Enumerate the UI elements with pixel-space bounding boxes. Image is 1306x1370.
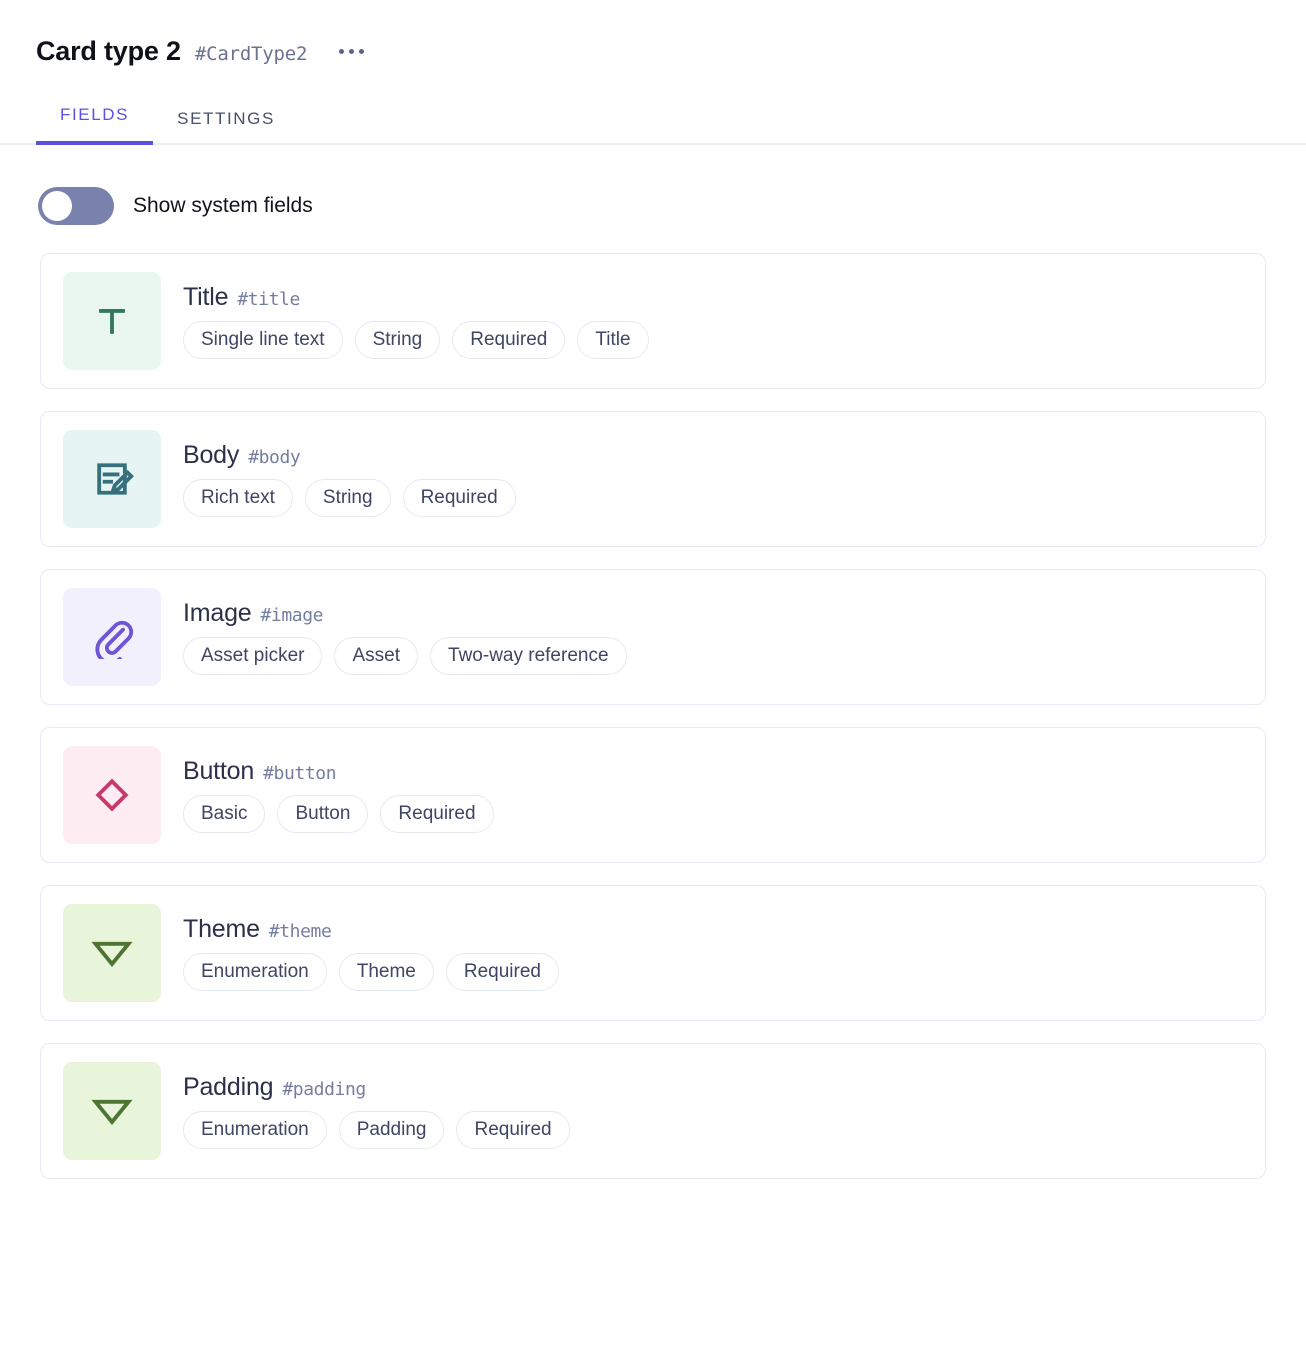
- field-name-row: Body #body: [183, 441, 516, 470]
- field-chip: String: [305, 479, 391, 518]
- field-chip: Required: [452, 321, 565, 360]
- field-name-row: Theme #theme: [183, 915, 559, 944]
- triangle-down-icon: [63, 1062, 161, 1160]
- diamond-icon: [63, 746, 161, 844]
- page-slug: #CardType2: [195, 43, 307, 65]
- field-chip: Title: [577, 321, 648, 360]
- field-slug: #button: [263, 763, 336, 784]
- field-chip: Single line text: [183, 321, 343, 360]
- tab-fields[interactable]: FIELDS: [36, 97, 153, 145]
- field-chip: Required: [446, 953, 559, 992]
- field-chip: Button: [277, 795, 368, 834]
- field-chip: String: [355, 321, 441, 360]
- field-list: Title #title Single line text String Require…: [0, 225, 1306, 1179]
- field-main: Button #button Basic Button Required: [183, 757, 494, 834]
- field-name: Body: [183, 441, 239, 470]
- field-slug: #body: [248, 447, 300, 468]
- field-name-row: Image #image: [183, 599, 627, 628]
- field-chip: Enumeration: [183, 1111, 327, 1150]
- field-slug: #padding: [282, 1079, 366, 1100]
- field-name: Button: [183, 757, 254, 786]
- field-slug: #theme: [269, 921, 332, 942]
- field-name: Padding: [183, 1073, 273, 1102]
- field-chip-list: Asset picker Asset Two-way reference: [183, 637, 627, 676]
- field-name: Title: [183, 283, 228, 312]
- field-card[interactable]: Padding #padding Enumeration Padding Require…: [40, 1043, 1266, 1179]
- tab-bar: FIELDS SETTINGS: [0, 95, 1306, 145]
- field-chip: Asset: [334, 637, 418, 676]
- show-system-fields-label: Show system fields: [133, 194, 313, 218]
- field-chip-list: Enumeration Theme Required: [183, 953, 559, 992]
- field-chip: Rich text: [183, 479, 293, 518]
- field-chip: Basic: [183, 795, 265, 834]
- kebab-dot: [339, 49, 344, 54]
- field-slug: #image: [260, 605, 323, 626]
- kebab-dot: [349, 49, 354, 54]
- field-slug: #title: [237, 289, 300, 310]
- field-chip: Padding: [339, 1111, 445, 1150]
- field-name: Image: [183, 599, 251, 628]
- field-name-row: Button #button: [183, 757, 494, 786]
- title-row: Card type 2 #CardType2: [36, 36, 1306, 67]
- kebab-menu-icon[interactable]: [337, 45, 366, 58]
- field-card[interactable]: Title #title Single line text String Require…: [40, 253, 1266, 389]
- kebab-dot: [359, 49, 364, 54]
- field-chip-list: Basic Button Required: [183, 795, 494, 834]
- field-main: Title #title Single line text String Require…: [183, 283, 649, 360]
- field-chip-list: Single line text String Required Title: [183, 321, 649, 360]
- page-header: Card type 2 #CardType2: [0, 0, 1306, 67]
- field-name-row: Title #title: [183, 283, 649, 312]
- show-system-fields-toggle[interactable]: [38, 187, 114, 225]
- field-main: Image #image Asset picker Asset Two-way refe…: [183, 599, 627, 676]
- tab-settings[interactable]: SETTINGS: [153, 101, 299, 145]
- field-chip: Two-way reference: [430, 637, 627, 676]
- paperclip-icon: [63, 588, 161, 686]
- field-chip-list: Enumeration Padding Required: [183, 1111, 570, 1150]
- page-title: Card type 2: [36, 36, 181, 67]
- field-main: Theme #theme Enumeration Theme Required: [183, 915, 559, 992]
- toggle-knob: [42, 191, 72, 221]
- field-chip: Required: [403, 479, 516, 518]
- field-chip-list: Rich text String Required: [183, 479, 516, 518]
- field-card[interactable]: Theme #theme Enumeration Theme Required: [40, 885, 1266, 1021]
- field-main: Body #body Rich text String Required: [183, 441, 516, 518]
- field-chip: Enumeration: [183, 953, 327, 992]
- field-card[interactable]: Body #body Rich text String Required: [40, 411, 1266, 547]
- show-system-fields-row: Show system fields: [0, 145, 1306, 225]
- field-chip: Required: [380, 795, 493, 834]
- field-chip: Required: [456, 1111, 569, 1150]
- field-name-row: Padding #padding: [183, 1073, 570, 1102]
- field-main: Padding #padding Enumeration Padding Require…: [183, 1073, 570, 1150]
- field-chip: Asset picker: [183, 637, 322, 676]
- field-chip: Theme: [339, 953, 434, 992]
- field-name: Theme: [183, 915, 260, 944]
- field-card[interactable]: Button #button Basic Button Required: [40, 727, 1266, 863]
- rich-text-edit-icon: [63, 430, 161, 528]
- triangle-down-icon: [63, 904, 161, 1002]
- text-t-icon: [63, 272, 161, 370]
- field-card[interactable]: Image #image Asset picker Asset Two-way refe…: [40, 569, 1266, 705]
